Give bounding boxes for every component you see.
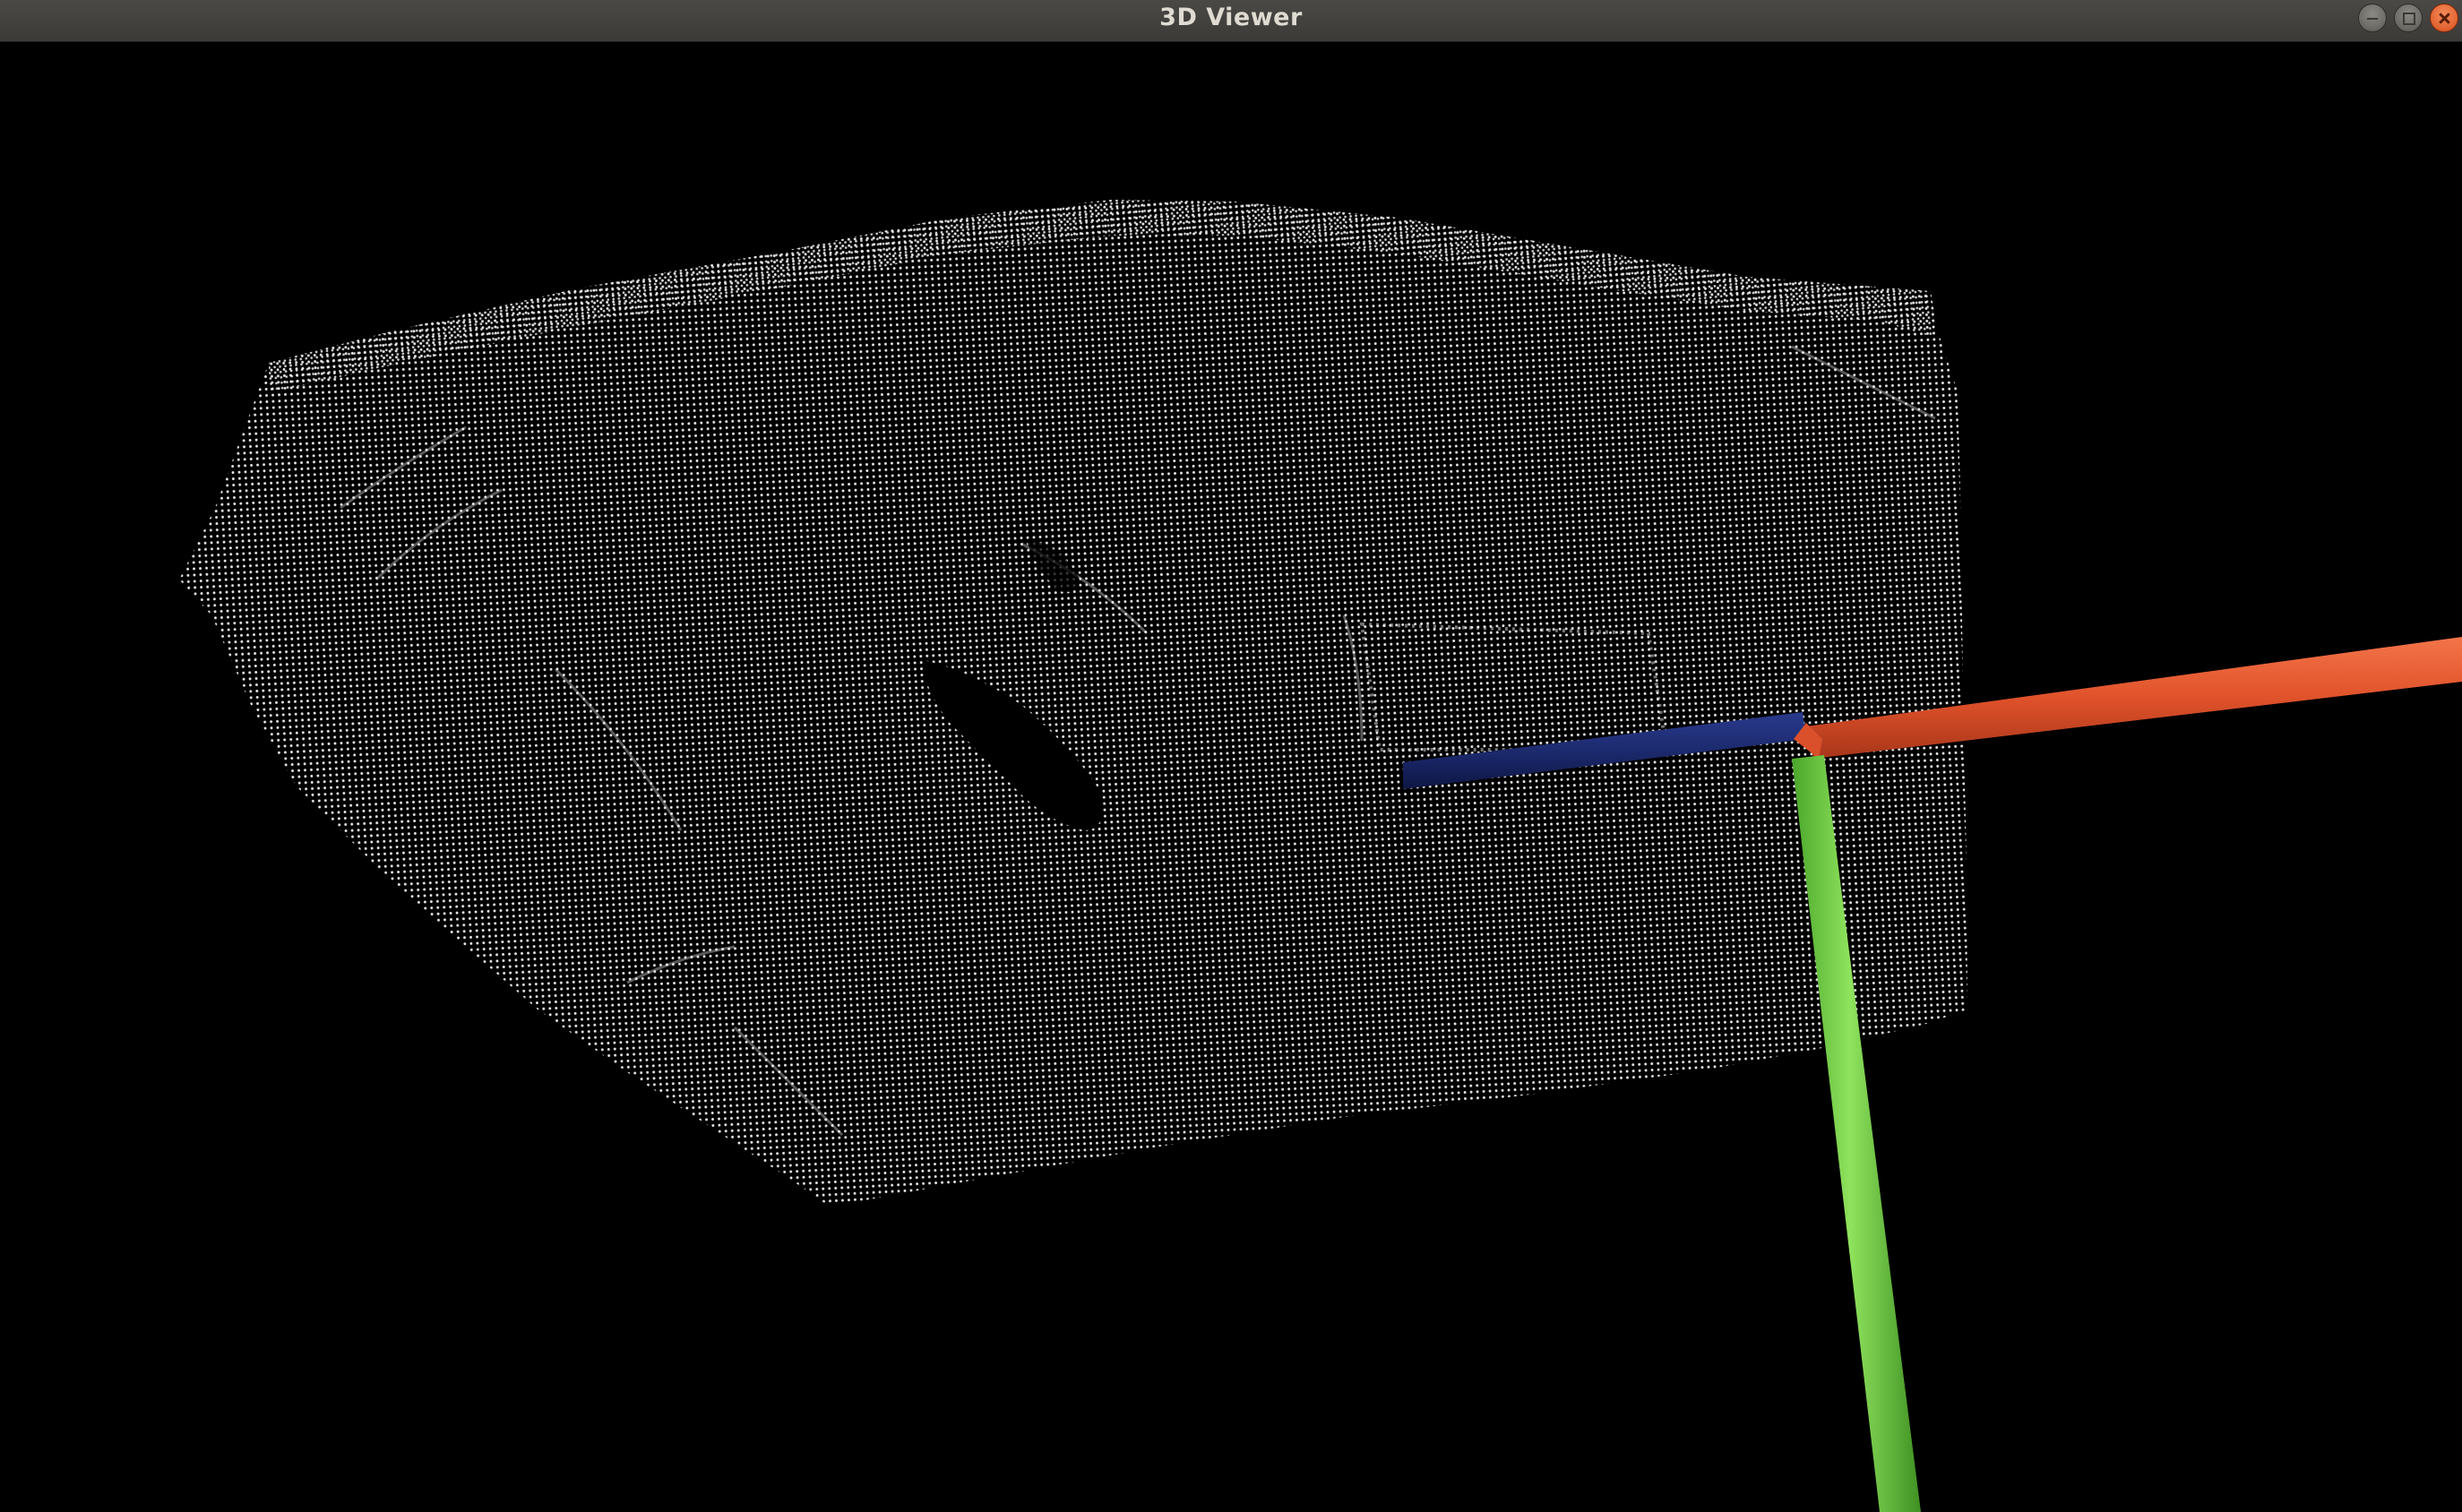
maximize-icon[interactable] — [2394, 4, 2423, 32]
title-bar[interactable]: 3D Viewer — [0, 0, 2462, 42]
window-controls — [2358, 4, 2458, 34]
window-title: 3D Viewer — [1159, 4, 1303, 31]
point-cloud-scene[interactable] — [0, 42, 2462, 1512]
3d-viewport[interactable] — [0, 42, 2462, 1512]
close-icon[interactable] — [2430, 4, 2458, 32]
minimize-icon[interactable] — [2358, 4, 2387, 32]
viewer-window: 3D Viewer — [0, 0, 2462, 1512]
